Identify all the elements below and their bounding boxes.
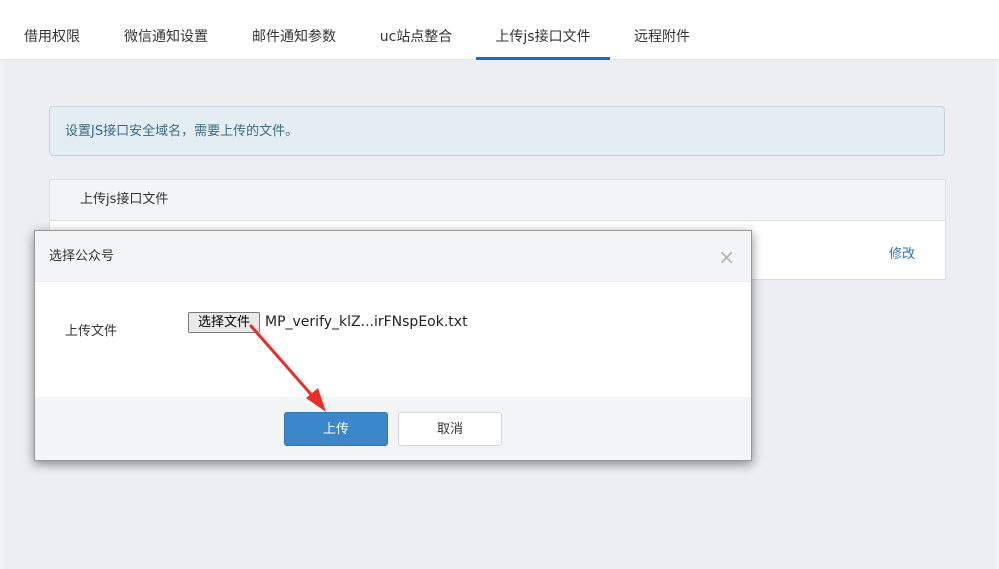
close-icon[interactable]: × bbox=[718, 231, 735, 283]
tab-remote-attachment[interactable]: 远程附件 bbox=[622, 0, 702, 60]
tab-wechat-notification[interactable]: 微信通知设置 bbox=[110, 0, 222, 60]
cancel-button[interactable]: 取消 bbox=[398, 412, 502, 446]
info-alert: 设置JS接口安全域名，需要上传的文件。 bbox=[49, 106, 945, 156]
upload-button[interactable]: 上传 bbox=[284, 412, 388, 446]
dialog-header: 选择公众号 × bbox=[35, 231, 751, 282]
tab-uc-integration[interactable]: uc站点整合 bbox=[366, 0, 466, 60]
choose-file-button[interactable]: 选择文件 bbox=[188, 312, 260, 333]
tab-email-notification[interactable]: 邮件通知参数 bbox=[238, 0, 350, 60]
select-account-dialog: 选择公众号 × 上传文件 选择文件 MP_verify_klZ...irFNsp… bbox=[34, 230, 752, 461]
upload-file-label: 上传文件 bbox=[65, 324, 118, 339]
tab-borrow-permission[interactable]: 借用权限 bbox=[14, 0, 90, 60]
dialog-body: 上传文件 选择文件 MP_verify_klZ...irFNspEok.txt bbox=[35, 282, 751, 398]
tab-upload-js-file[interactable]: 上传js接口文件 bbox=[476, 0, 610, 60]
tab-bar: 借用权限 微信通知设置 邮件通知参数 uc站点整合 上传js接口文件 远程附件 bbox=[0, 0, 999, 60]
dialog-footer: 上传 取消 bbox=[35, 397, 751, 460]
edit-link[interactable]: 修改 bbox=[889, 243, 915, 262]
selected-file-name: MP_verify_klZ...irFNspEok.txt bbox=[265, 314, 468, 330]
page: 借用权限 微信通知设置 邮件通知参数 uc站点整合 上传js接口文件 远程附件 … bbox=[0, 0, 999, 569]
dialog-title: 选择公众号 bbox=[49, 249, 115, 264]
panel-title: 上传js接口文件 bbox=[50, 180, 945, 221]
